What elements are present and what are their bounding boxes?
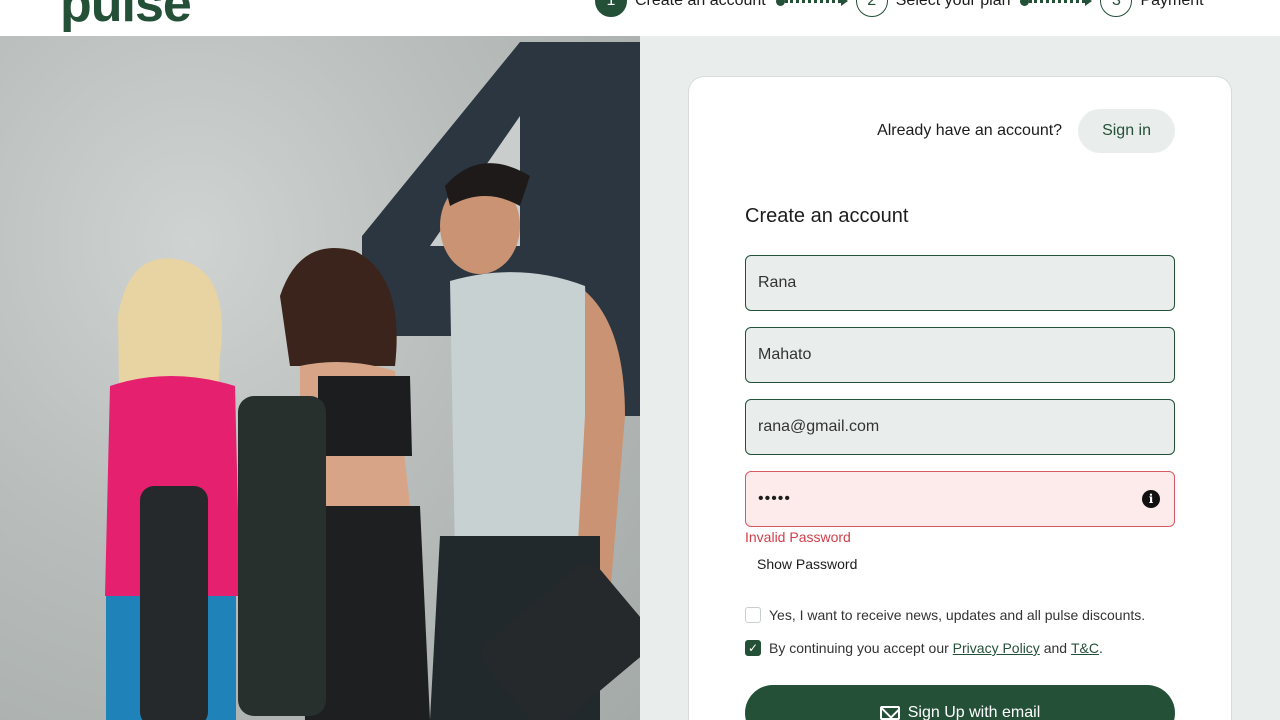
step-select-plan: 2 Select your plan [855,0,1011,17]
first-name-field[interactable]: Rana [745,255,1175,311]
step-label-2: Select your plan [895,0,1011,9]
password-masked-value: ••••• [758,490,792,507]
signup-card: Already have an account? Sign in Create … [688,76,1232,720]
email-field[interactable]: rana@gmail.com [745,399,1175,455]
step-connector-arrow-icon [1020,0,1093,6]
terms-suffix-text: . [1098,640,1103,656]
step-number-1: 1 [595,0,627,17]
signup-progress-steps: 1 Create an account 2 Select your plan 3… [595,0,1204,17]
terms-checkbox[interactable]: ✓ [745,640,761,656]
sign-in-button[interactable]: Sign in [1078,109,1175,153]
newsletter-label: Yes, I want to receive news, updates and… [769,607,1146,623]
pulse-logo[interactable]: pulse [60,0,192,30]
info-icon[interactable]: i [1142,490,1160,508]
terms-link[interactable]: T&C [1071,640,1099,656]
privacy-policy-link[interactable]: Privacy Policy [953,640,1040,656]
terms-prefix-text: By continuing you accept our [769,640,949,656]
password-field[interactable]: ••••• i [745,471,1175,527]
form-title: Create an account [745,205,909,227]
step-number-3: 3 [1100,0,1133,17]
step-label-1: Create an account [635,0,766,9]
newsletter-consent-row: Yes, I want to receive news, updates and… [745,607,1145,623]
signup-email-label: Sign Up with email [907,704,1041,720]
signin-prompt-row: Already have an account? Sign in [877,109,1175,153]
newsletter-checkbox[interactable] [745,607,761,623]
terms-consent-row: ✓ By continuing you accept our Privacy P… [745,640,1103,656]
last-name-field[interactable]: Mahato [745,327,1175,383]
password-error-message: Invalid Password [745,529,851,545]
step-label-3: Payment [1140,0,1204,9]
fitness-people-illustration [105,42,640,720]
signin-prompt-text: Already have an account? [877,122,1063,139]
step-connector-arrow-icon [775,0,848,6]
step-number-2: 2 [855,0,888,17]
terms-and-text: and [1043,640,1068,656]
signup-email-button[interactable]: Sign Up with email [745,685,1175,720]
step-create-account: 1 Create an account [595,0,766,17]
top-header: pulse 1 Create an account 2 Select your … [0,0,1280,36]
step-payment: 3 Payment [1100,0,1204,17]
mail-icon [879,706,900,720]
fitness-hero-image [0,36,640,720]
show-password-toggle[interactable]: Show Password [757,556,857,572]
